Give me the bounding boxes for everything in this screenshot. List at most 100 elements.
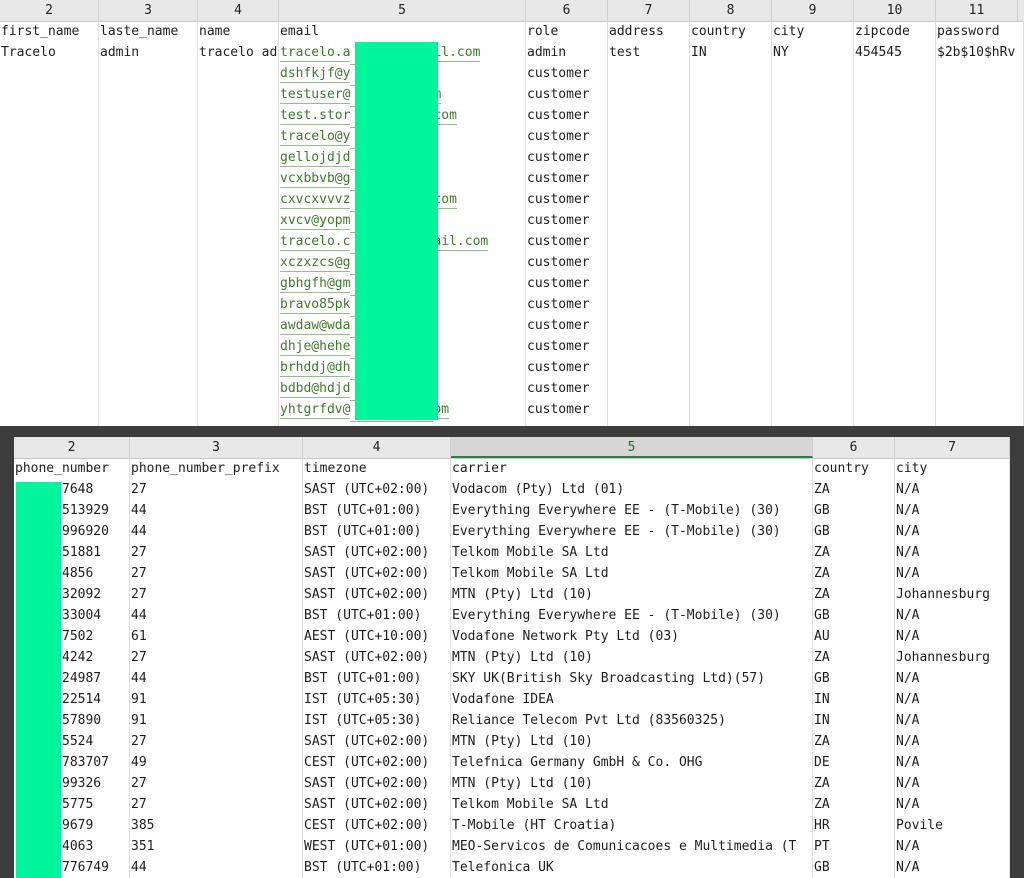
column-number-9[interactable]: 9 [772,0,854,21]
cell[interactable]: IN [690,42,771,63]
column-number-11[interactable]: 11 [936,0,1018,21]
carrier-cell[interactable]: MEO-Servicos de Comunicacoes e Multimedi… [451,836,812,857]
column-number-6[interactable]: 6 [813,437,895,458]
prefix-cell[interactable]: 27 [130,773,302,794]
email-text[interactable]: bravo85pk [280,297,351,314]
column-number-12[interactable] [1018,0,1024,21]
email-text[interactable]: yhtgrfdv@ [280,402,351,419]
header-cell[interactable]: phone_number [14,458,129,479]
tz-cell[interactable]: BST (UTC+01:00) [303,857,450,878]
header-cell[interactable]: timezone [303,458,450,479]
city-cell[interactable]: N/A [895,668,1009,689]
city-cell[interactable]: Povile [895,815,1009,836]
tz-cell[interactable]: SAST (UTC+02:00) [303,731,450,752]
email-text[interactable]: awdaw@wda [280,318,351,335]
carrier-cell[interactable]: MTN (Pty) Ltd (10) [451,731,812,752]
carrier-cell[interactable]: MTN (Pty) Ltd (10) [451,584,812,605]
header-cell[interactable]: zipcode [854,21,935,42]
role-cell[interactable]: customer [526,63,607,84]
header-cell[interactable]: carrier [451,458,812,479]
email-text[interactable]: test.stor [280,108,351,125]
prefix-cell[interactable]: 27 [130,731,302,752]
tz-cell[interactable]: SAST (UTC+02:00) [303,647,450,668]
prefix-cell[interactable]: 27 [130,647,302,668]
email-text[interactable]: xczxzcs@g [280,255,351,272]
role-cell[interactable]: customer [526,357,607,378]
column-number-7[interactable]: 7 [895,437,1010,458]
city-cell[interactable]: N/A [895,794,1009,815]
email-text[interactable]: tracelo.a [280,45,351,62]
carrier-cell[interactable]: T-Mobile (HT Croatia) [451,815,812,836]
carrier-cell[interactable]: Everything Everywhere EE - (T-Mobile) (3… [451,605,812,626]
carrier-cell[interactable]: Reliance Telecom Pvt Ltd (83560325) [451,710,812,731]
role-cell[interactable]: customer [526,84,607,105]
country-cell[interactable]: GB [813,500,894,521]
role-cell[interactable]: customer [526,336,607,357]
email-text[interactable]: vcxbbvb@g [280,171,351,188]
city-cell[interactable]: N/A [895,773,1009,794]
carrier-cell[interactable]: MTN (Pty) Ltd (10) [451,647,812,668]
country-cell[interactable]: ZA [813,731,894,752]
country-cell[interactable]: ZA [813,773,894,794]
column-number-4[interactable]: 4 [303,437,451,458]
country-cell[interactable]: ZA [813,563,894,584]
prefix-cell[interactable]: 91 [130,710,302,731]
prefix-cell[interactable]: 44 [130,857,302,878]
carrier-cell[interactable]: SKY UK(British Sky Broadcasting Ltd)(57) [451,668,812,689]
column-number-3[interactable]: 3 [99,0,198,21]
column-number-2[interactable]: 2 [14,437,130,458]
prefix-cell[interactable]: 27 [130,584,302,605]
city-cell[interactable]: N/A [895,605,1009,626]
tz-cell[interactable]: SAST (UTC+02:00) [303,542,450,563]
cell[interactable]: $2b$10$hRv [936,42,1023,63]
carrier-cell[interactable]: Telkom Mobile SA Ltd [451,542,812,563]
tz-cell[interactable]: SAST (UTC+02:00) [303,773,450,794]
email-text[interactable]: xvcv@yopm [280,213,351,230]
email-text[interactable]: gbhgfh@gm [280,276,351,293]
tz-cell[interactable]: WEST (UTC+01:00) [303,836,450,857]
email-text[interactable]: brhddj@dh [280,360,351,377]
country-cell[interactable]: ZA [813,584,894,605]
header-cell[interactable]: email [279,21,525,42]
header-cell[interactable]: country [813,458,894,479]
role-cell[interactable]: customer [526,294,607,315]
city-cell[interactable]: N/A [895,836,1009,857]
role-cell[interactable]: customer [526,105,607,126]
role-cell[interactable]: customer [526,378,607,399]
city-cell[interactable]: N/A [895,689,1009,710]
cell[interactable]: NY [772,42,853,63]
tz-cell[interactable]: CEST (UTC+02:00) [303,815,450,836]
header-cell[interactable]: phone_number_prefix [130,458,302,479]
prefix-cell[interactable]: 27 [130,563,302,584]
country-cell[interactable]: PT [813,836,894,857]
city-cell[interactable]: N/A [895,521,1009,542]
column-number-10[interactable]: 10 [854,0,936,21]
cell[interactable]: 454545 [854,42,935,63]
header-cell[interactable]: city [772,21,853,42]
carrier-cell[interactable]: Everything Everywhere EE - (T-Mobile) (3… [451,500,812,521]
prefix-cell[interactable]: 44 [130,668,302,689]
header-cell[interactable]: role [526,21,607,42]
cell[interactable]: Tracelo [0,42,98,63]
column-number-4[interactable]: 4 [198,0,279,21]
city-cell[interactable]: N/A [895,857,1009,878]
column-number-2[interactable]: 2 [0,0,99,21]
tz-cell[interactable]: BST (UTC+01:00) [303,521,450,542]
cell[interactable]: test [608,42,689,63]
tz-cell[interactable]: BST (UTC+01:00) [303,605,450,626]
carrier-cell[interactable]: Telkom Mobile SA Ltd [451,794,812,815]
role-cell[interactable]: customer [526,315,607,336]
prefix-cell[interactable]: 27 [130,542,302,563]
country-cell[interactable]: GB [813,668,894,689]
prefix-cell[interactable]: 351 [130,836,302,857]
role-cell[interactable]: admin [526,42,607,63]
column-number-8[interactable]: 8 [690,0,772,21]
column-number-6[interactable]: 6 [526,0,608,21]
city-cell[interactable]: Johannesburg [895,647,1009,668]
role-cell[interactable]: customer [526,252,607,273]
city-cell[interactable]: N/A [895,752,1009,773]
prefix-cell[interactable]: 27 [130,794,302,815]
city-cell[interactable]: N/A [895,500,1009,521]
role-cell[interactable]: customer [526,147,607,168]
email-text[interactable]: cxvcxvvvz [280,192,351,209]
